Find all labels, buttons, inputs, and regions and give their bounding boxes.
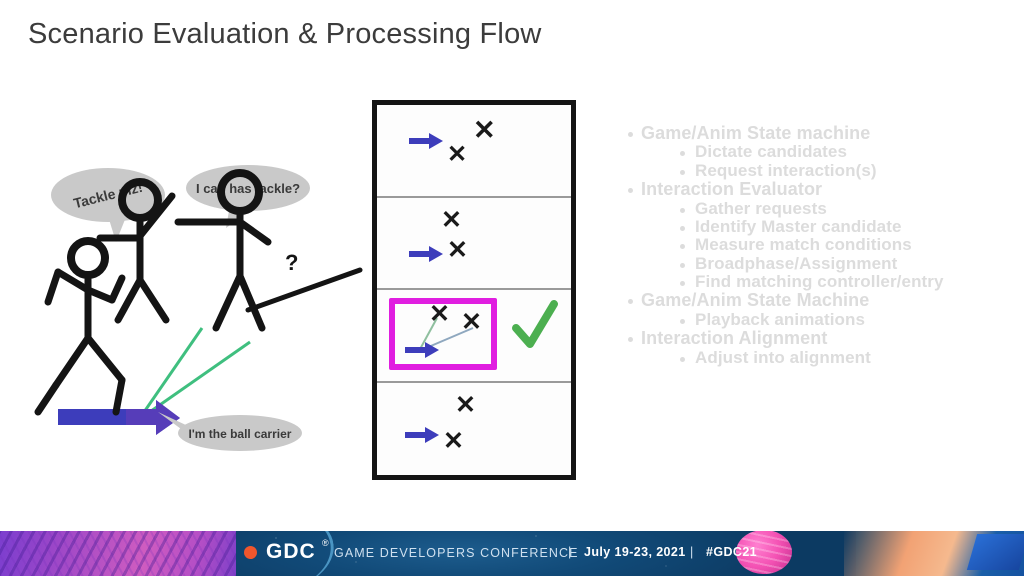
- list-item-label: Measure match conditions: [695, 235, 912, 255]
- processing-steps-list: Game/Anim State machine Dictate candidate…: [628, 123, 1020, 367]
- bullet-dot-icon: [680, 281, 685, 287]
- stick-figure-ball-carrier: [34, 237, 126, 416]
- list-item-label: Interaction Alignment: [641, 328, 828, 349]
- footer-hashtag: #GDC21: [706, 545, 758, 559]
- list-item-label: Dictate candidates: [695, 142, 848, 162]
- footer-separator: |: [690, 545, 694, 559]
- list-item: Gather requests: [680, 198, 1020, 218]
- question-mark-annotation: ?: [245, 250, 363, 313]
- bullet-dot-icon: [680, 151, 685, 157]
- list-item-label: Game/Anim State machine: [641, 123, 871, 143]
- bullet-dot-icon: [680, 244, 685, 250]
- footer-date: July 19-23, 2021: [584, 545, 686, 559]
- flow-row-3-selected[interactable]: ✕ ✕: [377, 290, 571, 383]
- footer-top-divider: [0, 528, 1024, 531]
- list-item-label: Gather requests: [695, 198, 827, 218]
- x-mark: ✕: [447, 141, 468, 168]
- list-item: Interaction Alignment: [628, 328, 1020, 349]
- gdc-footer-banner: GDC ® GAME DEVELOPERS CONFERENCE | July …: [0, 528, 1024, 576]
- footer-accent-dot-icon: [244, 546, 257, 559]
- bullet-dot-icon: [680, 169, 685, 175]
- svg-text:I'm the ball carrier: I'm the ball carrier: [189, 427, 292, 441]
- bullet-dot-icon: [680, 225, 685, 231]
- list-item-label: Playback animations: [695, 309, 866, 329]
- svg-text:?: ?: [285, 250, 298, 275]
- svg-text:I can has tackle?: I can has tackle?: [196, 181, 300, 196]
- list-item-label: Find matching controller/entry: [695, 272, 944, 292]
- x-mark: ✕: [443, 426, 464, 455]
- footer-subtitle: GAME DEVELOPERS CONFERENCE: [334, 546, 579, 560]
- flow-row-4[interactable]: ✕ ✕: [377, 382, 571, 475]
- list-item: Find matching controller/entry: [680, 272, 1020, 292]
- bullet-dot-icon: [628, 299, 633, 305]
- list-item: Interaction Evaluator: [628, 179, 1020, 200]
- flow-row-2[interactable]: ✕ ✕: [377, 197, 571, 290]
- list-item: Measure match conditions: [680, 235, 1020, 255]
- footer-separator: |: [568, 545, 572, 559]
- x-mark: ✕: [473, 115, 496, 145]
- registered-mark: ®: [322, 538, 329, 548]
- bullet-dot-icon: [680, 318, 685, 324]
- list-item: Game/Anim State Machine: [628, 290, 1020, 311]
- bullet-dot-icon: [628, 132, 633, 137]
- blue-arrow-icon: [409, 245, 443, 262]
- list-item: Identify Master candidate: [680, 216, 1020, 236]
- x-mark: ✕: [461, 308, 482, 336]
- bullet-dot-icon: [680, 262, 685, 268]
- list-item: Request interaction(s): [680, 160, 1020, 180]
- x-mark: ✕: [441, 205, 462, 234]
- bullet-dot-icon: [628, 337, 633, 343]
- check-mark-icon: [511, 298, 559, 359]
- stick-figure-illustration: Tackle plz! I can has tackle? I'm the ba…: [30, 150, 380, 460]
- gdc-logo: GDC: [266, 540, 316, 563]
- list-item: Game/Anim State machine: [628, 123, 1020, 143]
- blue-arrow-icon: [405, 426, 439, 443]
- blue-arrow-icon: [409, 133, 443, 149]
- list-item-label: Identify Master candidate: [695, 216, 902, 236]
- flow-panel: ✕ ✕ ✕ ✕ ✕ ✕ ✕ ✕: [372, 100, 576, 480]
- x-mark: ✕: [429, 300, 450, 328]
- bullet-dot-icon: [680, 207, 685, 213]
- slide-canvas: Scenario Evaluation & Processing Flow Ta…: [0, 0, 1024, 528]
- list-item-label: Interaction Evaluator: [641, 179, 823, 200]
- bullet-dot-icon: [680, 356, 685, 362]
- list-item: Broadphase/Assignment: [680, 253, 1020, 273]
- list-item-label: Request interaction(s): [695, 160, 877, 180]
- x-mark: ✕: [455, 390, 476, 419]
- page-title: Scenario Evaluation & Processing Flow: [28, 18, 542, 50]
- bullet-dot-icon: [628, 188, 633, 194]
- list-item-label: Game/Anim State Machine: [641, 290, 870, 311]
- list-item: Playback animations: [680, 309, 1020, 329]
- flow-row-1[interactable]: ✕ ✕: [377, 105, 571, 198]
- list-item-label: Adjust into alignment: [695, 347, 871, 367]
- x-mark: ✕: [447, 235, 468, 264]
- list-item: Adjust into alignment: [680, 347, 1020, 367]
- list-item: Dictate candidates: [680, 143, 1020, 161]
- footer-right-blue-shape: [966, 534, 1024, 570]
- blue-arrow-icon: [405, 342, 439, 358]
- list-item-label: Broadphase/Assignment: [695, 253, 898, 273]
